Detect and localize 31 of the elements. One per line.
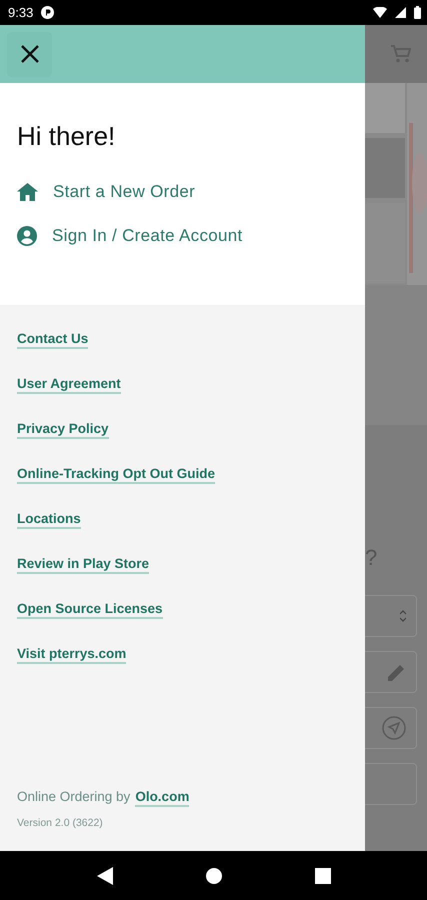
close-button[interactable]: [7, 32, 52, 76]
menu-link[interactable]: Online-Tracking Opt Out Guide: [17, 466, 216, 484]
pencil-icon: [388, 663, 406, 681]
wifi-icon: [373, 7, 387, 18]
menu-item[interactable]: Start a New Order: [17, 170, 365, 214]
home-button-icon[interactable]: [206, 868, 222, 884]
menu-link[interactable]: Locations: [17, 511, 81, 529]
account-icon: [17, 226, 37, 246]
menu-link[interactable]: Review in Play Store: [17, 556, 150, 574]
home-icon: [17, 183, 38, 201]
menu-link[interactable]: Visit pterrys.com: [17, 646, 126, 664]
credit-text: Online Ordering by: [17, 789, 130, 804]
back-icon[interactable]: [96, 866, 112, 884]
close-icon: [20, 44, 40, 64]
olo-link[interactable]: Olo.com: [135, 789, 190, 807]
recents-icon[interactable]: [314, 868, 330, 884]
menu-item[interactable]: Sign In / Create Account: [17, 214, 365, 258]
battery-icon: [414, 6, 421, 19]
status-time: 9:33: [8, 5, 34, 20]
cart-icon: [391, 45, 411, 63]
version-text: Version 2.0 (3622): [17, 817, 104, 829]
menu-link[interactable]: Contact Us: [17, 331, 88, 349]
question-text: ?: [365, 545, 378, 571]
menu-link[interactable]: User Agreement: [17, 376, 121, 394]
signal-icon: [395, 7, 406, 18]
notification-icon: [41, 6, 54, 19]
menu-link[interactable]: Open Source Licenses: [17, 601, 163, 619]
input-field: [365, 763, 417, 805]
menu-link[interactable]: Privacy Policy: [17, 421, 109, 439]
greeting-heading: Hi there!: [17, 121, 116, 152]
caret-icon: [400, 610, 406, 622]
